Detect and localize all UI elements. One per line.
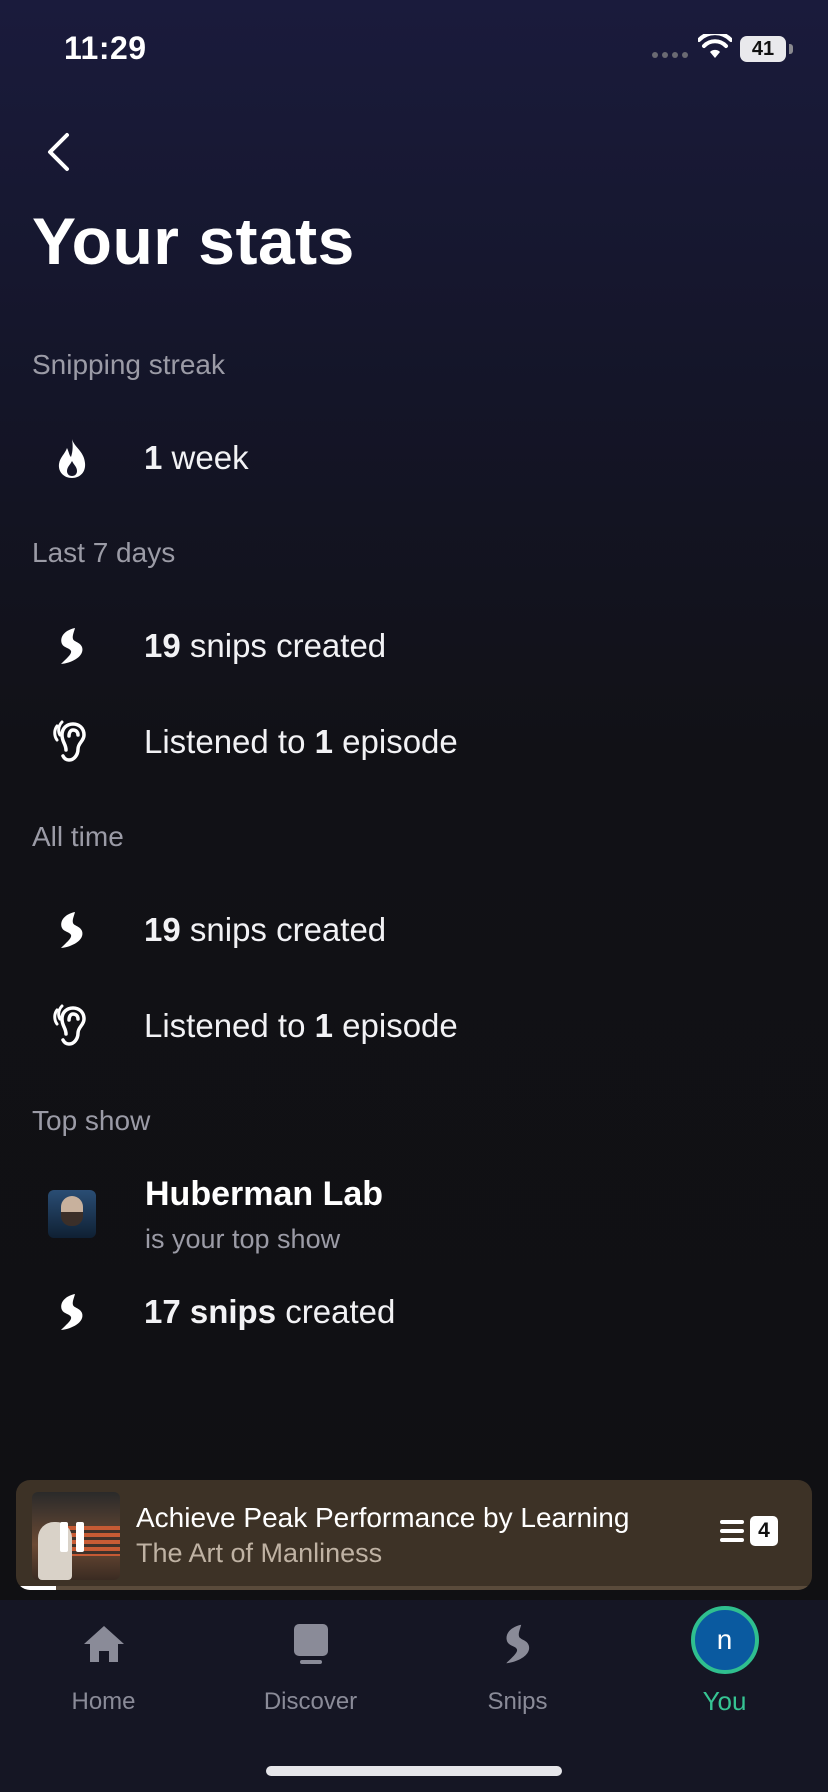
stat-suffix: created	[276, 1293, 396, 1330]
stat-row-streak: 1 week	[32, 426, 792, 490]
stat-suffix: snips created	[180, 627, 387, 664]
now-playing-show: The Art of Manliness	[136, 1538, 383, 1568]
top-show-artwork[interactable]	[48, 1190, 96, 1238]
stat-value: 1	[314, 723, 333, 760]
queue-count-badge: 4	[750, 1516, 778, 1546]
stat-text-alltime-snips: 19 snips created	[144, 911, 386, 949]
stat-suffix: snips created	[180, 911, 387, 948]
stat-text-topshow-snips: 17 snips created	[144, 1293, 395, 1331]
snip-icon	[32, 1280, 112, 1344]
tab-label: Discover	[263, 1688, 358, 1715]
page-title: Your stats	[32, 204, 355, 278]
tab-snips[interactable]: Snips	[414, 1600, 621, 1720]
section-label-topshow: Top show	[32, 1105, 151, 1136]
snips-icon	[502, 1618, 534, 1670]
snip-icon	[32, 898, 112, 962]
stat-suffix: episode	[332, 1007, 458, 1044]
artwork-beard	[61, 1212, 83, 1226]
tab-label: Home	[71, 1688, 136, 1715]
stat-row-last7-snips: 19 snips created	[32, 614, 792, 678]
stat-prefix: Listened to	[144, 1007, 315, 1044]
back-button[interactable]	[34, 124, 82, 180]
tab-label: You	[702, 1686, 747, 1716]
pause-button[interactable]	[60, 1522, 84, 1552]
stat-suffix: episode	[332, 723, 458, 760]
home-indicator[interactable]	[266, 1766, 562, 1776]
stat-suffix: week	[162, 439, 249, 476]
home-icon	[82, 1618, 126, 1670]
battery-icon: 41	[740, 36, 786, 62]
queue-icon	[720, 1520, 744, 1542]
stat-value: 19	[144, 627, 181, 664]
stat-row-topshow-snips: 17 snips created	[32, 1280, 792, 1344]
chevron-left-icon	[48, 133, 69, 171]
section-label-alltime: All time	[32, 821, 124, 852]
tab-discover[interactable]: Discover	[207, 1600, 414, 1720]
section-label-streak: Snipping streak	[32, 349, 226, 380]
cellular-signal-icon	[652, 52, 688, 58]
stat-text-last7-listened: Listened to 1 episode	[144, 723, 458, 761]
stat-text-alltime-listened: Listened to 1 episode	[144, 1007, 458, 1045]
wifi-icon	[698, 34, 732, 58]
status-time: 11:29	[64, 30, 147, 66]
snip-icon	[32, 614, 112, 678]
stat-value: 1	[314, 1007, 333, 1044]
queue-button[interactable]: 4	[720, 1516, 778, 1546]
top-show-name[interactable]: Huberman Lab	[145, 1175, 383, 1214]
tab-home[interactable]: Home	[0, 1600, 207, 1720]
playback-progress-fill	[16, 1586, 56, 1590]
tab-bar: Home Discover Snips n You	[0, 1600, 828, 1792]
stat-text-streak: 1 week	[144, 439, 249, 477]
playback-progress[interactable]	[16, 1586, 812, 1590]
ear-icon	[32, 994, 112, 1058]
top-show-subtitle: is your top show	[145, 1224, 341, 1254]
stat-prefix: Listened to	[144, 723, 315, 760]
section-label-last7: Last 7 days	[32, 537, 176, 568]
battery-cap	[789, 44, 793, 54]
discover-icon	[291, 1618, 331, 1670]
stat-value: 1	[144, 439, 163, 476]
tab-you[interactable]: n You	[621, 1600, 828, 1720]
stat-text-last7-snips: 19 snips created	[144, 627, 386, 665]
flame-icon	[32, 426, 112, 490]
stat-row-last7-listened: Listened to 1 episode	[32, 710, 792, 774]
status-bar: 11:29 41	[0, 0, 828, 100]
mini-player[interactable]: Achieve Peak Performance by Learning The…	[16, 1480, 812, 1590]
stat-row-alltime-snips: 19 snips created	[32, 898, 792, 962]
now-playing-title: Achieve Peak Performance by Learning	[136, 1502, 630, 1533]
tab-label: Snips	[487, 1688, 548, 1715]
stat-row-alltime-listened: Listened to 1 episode	[32, 994, 792, 1058]
ear-icon	[32, 710, 112, 774]
stat-value: 17 snips	[144, 1293, 277, 1330]
avatar: n	[690, 1606, 759, 1674]
stat-value: 19	[144, 911, 181, 948]
